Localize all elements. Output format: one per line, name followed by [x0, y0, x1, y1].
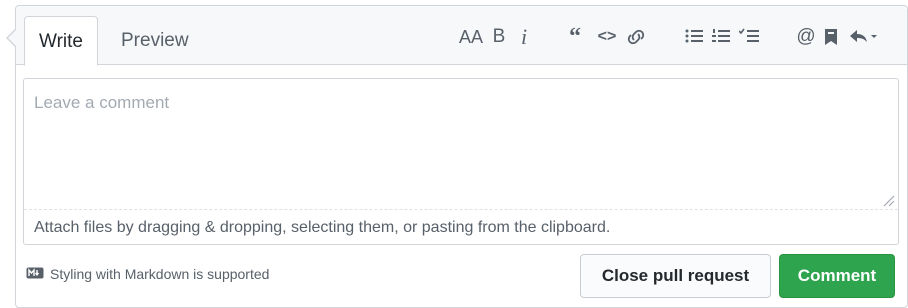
- comment-box: Write Preview AA B i “ <> @ Leave a comm…: [15, 5, 908, 308]
- task-list-icon: [739, 28, 759, 42]
- mention-button[interactable]: @: [794, 22, 818, 52]
- close-pull-request-button[interactable]: Close pull request: [580, 254, 771, 298]
- markdown-note-text: Styling with Markdown is supported: [50, 266, 270, 282]
- bullet-list-icon: [685, 29, 703, 43]
- reply-arrow-icon: [850, 30, 877, 42]
- link-button[interactable]: [623, 22, 649, 52]
- chevron-down-icon: [871, 35, 877, 38]
- comment-header: Write Preview AA B i “ <> @: [16, 6, 907, 66]
- comment-notch-fill: [8, 29, 17, 47]
- comment-editor: Attach files by dragging & dropping, sel…: [23, 78, 899, 245]
- link-icon: [627, 29, 645, 45]
- bold-button[interactable]: B: [488, 22, 510, 52]
- bullet-list-button[interactable]: [682, 22, 706, 52]
- resize-grip-icon[interactable]: [881, 193, 895, 207]
- task-list-button[interactable]: [736, 22, 762, 52]
- tab-write[interactable]: Write: [24, 16, 98, 66]
- comment-button[interactable]: Comment: [779, 254, 895, 298]
- code-button[interactable]: <>: [594, 22, 620, 52]
- numbered-list-icon: [712, 29, 730, 42]
- comment-input[interactable]: [24, 79, 898, 209]
- tab-preview[interactable]: Preview: [107, 16, 203, 66]
- reply-button[interactable]: [846, 22, 880, 52]
- bookmark-icon: [825, 29, 837, 45]
- attach-files-bar[interactable]: Attach files by dragging & dropping, sel…: [24, 209, 898, 245]
- italic-button[interactable]: i: [513, 22, 535, 52]
- markdown-help-link[interactable]: Styling with Markdown is supported: [26, 266, 269, 282]
- quote-button[interactable]: “: [563, 22, 587, 52]
- heading-button[interactable]: AA: [456, 22, 486, 52]
- markdown-icon: [26, 266, 44, 282]
- saved-reply-button[interactable]: [820, 22, 842, 52]
- numbered-list-button[interactable]: [709, 22, 733, 52]
